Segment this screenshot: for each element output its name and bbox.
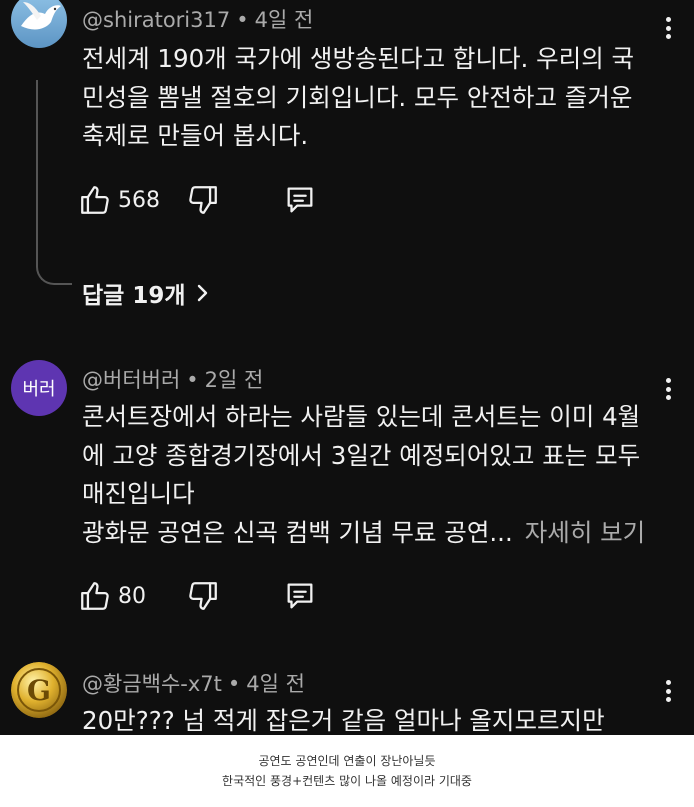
dislike-button[interactable] (186, 576, 220, 616)
comment-line: 광화문 공연은 신곡 컴백 기념 무료 공연... 자세히 보기 (82, 517, 646, 547)
like-count: 80 (118, 583, 146, 609)
comment-text: 전세계 190개 국가에 생방송된다고 합니다. 우리의 국 민성을 뽐낼 절호… (82, 40, 672, 156)
reply-button[interactable] (283, 576, 317, 616)
view-replies-button[interactable]: 답글 19개 (82, 276, 210, 310)
comment-text: 콘서트장에서 하라는 사람들 있는데 콘서트는 이미 4월 에 고양 종합경기장… (82, 398, 672, 552)
comment-text: 20만??? 넘 적게 잡은거 같음 얼마나 올지모르지만 (82, 702, 672, 735)
caption-line: 공연도 공연인데 연출이 장난아닐듯 (258, 754, 436, 768)
thumbs-up-icon (81, 186, 109, 214)
reply-thread-line (36, 80, 72, 285)
like-count: 568 (118, 187, 160, 213)
gold-coin-g-avatar-icon: G (11, 662, 67, 718)
comment-time: 4일 전 (246, 672, 305, 696)
image-caption: 공연도 공연인데 연출이 장난아닐듯 한국적인 풍경+컨텐츠 많이 나올 예정이… (0, 735, 694, 807)
dislike-button[interactable] (186, 180, 220, 220)
avatar-initials: 버러 (22, 379, 56, 400)
read-more-link[interactable]: 자세히 보기 (525, 518, 646, 547)
chevron-right-icon (197, 284, 207, 302)
thumbs-down-icon (189, 186, 217, 214)
comment-meta: @황금백수-x7t • 4일 전 (82, 672, 305, 696)
author-name[interactable]: @shiratori317 (82, 8, 230, 32)
author-name[interactable]: @황금백수-x7t (82, 672, 222, 696)
reply-button[interactable] (283, 180, 317, 220)
avatar[interactable]: 버러 (11, 360, 67, 416)
comment-time: 2일 전 (204, 368, 264, 392)
avatar[interactable]: G (11, 662, 67, 718)
thumbs-up-icon (81, 582, 109, 610)
thumbs-down-icon (189, 582, 217, 610)
like-button[interactable]: 80 (78, 576, 146, 616)
comment-line: 콘서트장에서 하라는 사람들 있는데 콘서트는 이미 4월 (82, 402, 641, 431)
comment-meta: @shiratori317 • 4일 전 (82, 8, 314, 32)
avatar[interactable] (11, 0, 67, 48)
comment-line: 축제로 만들어 봅시다. (82, 121, 309, 150)
comments-panel: @shiratori317 • 4일 전 전세계 190개 국가에 생방송된다고 합… (0, 0, 694, 735)
svg-text:G: G (27, 674, 51, 707)
dove-avatar-icon (11, 0, 67, 48)
like-button[interactable]: 568 (78, 180, 160, 220)
comment-line: 전세계 190개 국가에 생방송된다고 합니다. 우리의 국 (82, 44, 635, 73)
replies-label: 답글 19개 (82, 283, 186, 309)
comment-line: 매진입니다 (82, 479, 195, 508)
comment-line: 20만??? 넘 적게 잡은거 같음 얼마나 올지모르지만 (82, 706, 605, 735)
comment-time: 4일 전 (254, 8, 314, 32)
comment-icon (287, 187, 313, 213)
comment-line: 에 고양 종합경기장에서 3일간 예정되어있고 표는 모두 (82, 440, 641, 470)
comment-line: 민성을 뽐낼 절호의 기회입니다. 모두 안전하고 즐거운 (82, 82, 633, 112)
caption-line: 한국적인 풍경+컨텐츠 많이 나올 예정이라 기대중 (222, 774, 472, 788)
author-name[interactable]: @버터버러 (82, 368, 180, 392)
more-options-icon[interactable] (658, 13, 678, 43)
comment-icon (287, 583, 313, 609)
comment-meta: @버터버러 • 2일 전 (82, 368, 264, 392)
